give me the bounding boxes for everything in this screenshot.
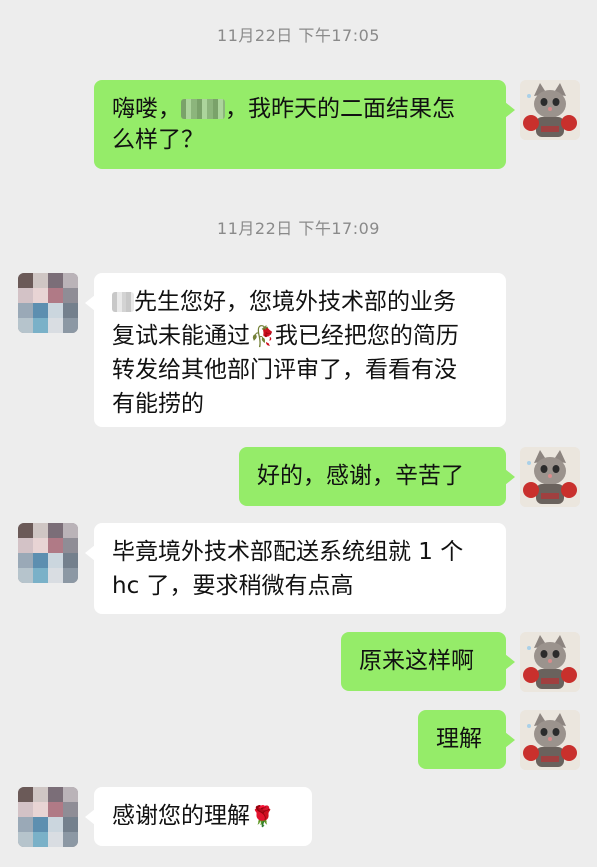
message-text: 理解: [436, 726, 482, 752]
message-text: 感谢您的理解: [112, 803, 250, 829]
message-bubble-sent[interactable]: 好的，感谢，辛苦了: [239, 447, 515, 506]
message-bubble-received[interactable]: 先生您好，您境外技术部的业务 复试未能通过🥀我已经把您的简历 转发给其他部门评审…: [85, 273, 506, 427]
my-avatar[interactable]: [520, 710, 580, 770]
message-text: 我已经把您的简历: [274, 323, 459, 349]
message-text: 转发给其他部门评审了，看看有没: [112, 357, 457, 383]
timestamp: 11月22日 下午17:09: [217, 219, 380, 238]
message-text: hc 了，要求稍微有点高: [112, 573, 354, 599]
message-bubble-sent[interactable]: 嗨喽， ，我昨天的二面结果怎 么样了？: [94, 80, 515, 169]
message-bubble-sent[interactable]: 理解: [418, 710, 515, 769]
blurred-avatar-icon: [18, 273, 78, 333]
wilted-rose-icon: 🥀: [250, 324, 275, 348]
cat-avatar-icon: [520, 632, 580, 692]
message-text: 嗨喽，: [112, 96, 181, 122]
message-bubble-received[interactable]: 毕竟境外技术部配送系统组就 1 个 hc 了，要求稍微有点高: [85, 523, 506, 614]
message-text: 有能捞的: [112, 391, 204, 417]
cat-avatar-icon: [520, 447, 580, 507]
message-bubble-received[interactable]: 感谢您的理解🌹: [85, 787, 312, 846]
contact-avatar[interactable]: [18, 523, 78, 583]
cat-avatar-icon: [520, 80, 580, 140]
my-avatar[interactable]: [520, 447, 580, 507]
timestamp: 11月22日 下午17:05: [217, 26, 380, 45]
blurred-avatar-icon: [18, 787, 78, 847]
my-avatar[interactable]: [520, 80, 580, 140]
redacted-name: [112, 292, 134, 312]
message-bubble-sent[interactable]: 原来这样啊: [341, 632, 515, 691]
contact-avatar[interactable]: [18, 273, 78, 333]
message-text: ，我昨天的二面结果怎: [225, 96, 455, 122]
cat-avatar-icon: [520, 710, 580, 770]
rose-icon: 🌹: [250, 804, 275, 828]
message-text: 复试未能通过: [112, 323, 250, 349]
contact-avatar[interactable]: [18, 787, 78, 847]
message-text: 毕竟境外技术部配送系统组就 1 个: [112, 539, 464, 565]
blurred-avatar-icon: [18, 523, 78, 583]
redacted-name: [181, 99, 225, 119]
message-text: 先生您好，您境外技术部的业务: [134, 289, 456, 315]
message-text: 好的，感谢，辛苦了: [257, 463, 464, 489]
my-avatar[interactable]: [520, 632, 580, 692]
message-text: 原来这样啊: [359, 648, 474, 674]
message-text: 么样了？: [112, 127, 204, 153]
